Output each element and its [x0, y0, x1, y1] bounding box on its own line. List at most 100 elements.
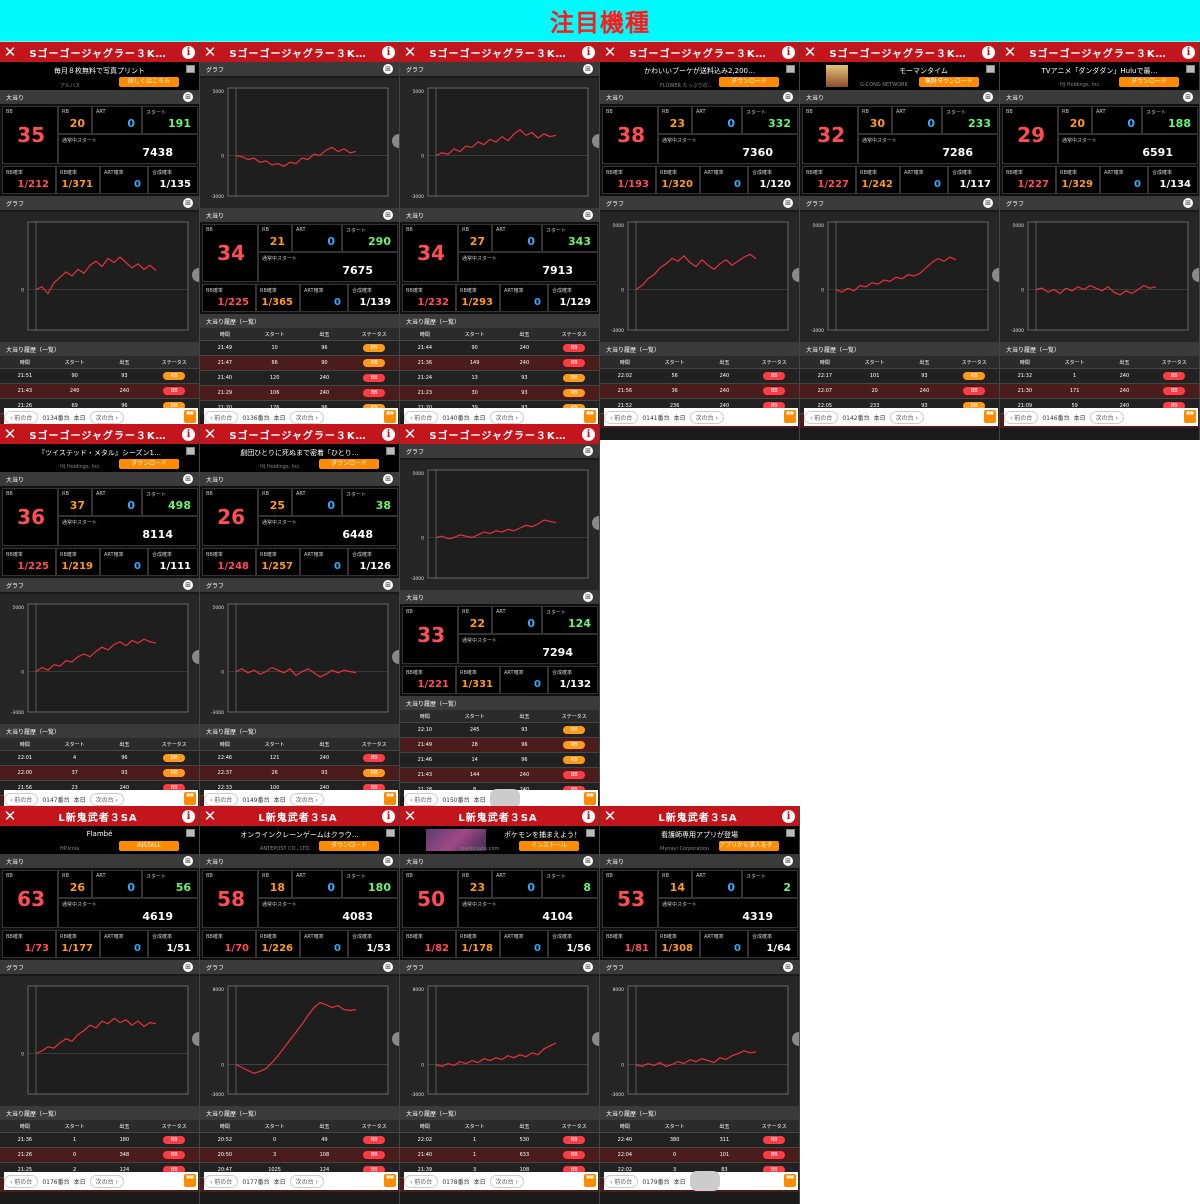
- close-icon[interactable]: ✕: [0, 424, 20, 444]
- grid-toggle-icon[interactable]: ⊞: [183, 856, 193, 866]
- close-icon[interactable]: ✕: [1000, 42, 1020, 62]
- next-machine-button[interactable]: 次の台 ›: [689, 410, 724, 424]
- prev-machine-button[interactable]: ‹ 前の台: [804, 410, 839, 424]
- next-machine-button[interactable]: 次の台 ›: [689, 1171, 720, 1191]
- next-machine-button[interactable]: 次の台 ›: [1089, 410, 1124, 424]
- next-machine-button[interactable]: 次の台 ›: [289, 410, 324, 424]
- grid-toggle-icon[interactable]: ⊞: [383, 856, 393, 866]
- graph-scroll-handle[interactable]: [792, 268, 799, 282]
- history-row[interactable]: 22:37 26 93 RB: [200, 765, 399, 780]
- grid-toggle-icon[interactable]: ⊞: [383, 210, 393, 220]
- ad-cta-button[interactable]: ダウンロード: [319, 841, 379, 851]
- history-row[interactable]: 20:50 3 108 BB: [200, 1147, 399, 1162]
- history-row[interactable]: 22:40 380 311 BB: [600, 1132, 799, 1147]
- ad-close-icon[interactable]: [386, 447, 395, 455]
- history-row[interactable]: 22:02 1 530 BB: [400, 1132, 599, 1147]
- grid-toggle-icon[interactable]: ⊞: [583, 446, 593, 456]
- ad-close-icon[interactable]: [186, 829, 195, 837]
- history-row[interactable]: 22:10 245 93 RB: [400, 722, 599, 737]
- info-icon[interactable]: i: [782, 45, 795, 59]
- ad-close-icon[interactable]: [986, 65, 995, 73]
- history-row[interactable]: 21:26 0 348 BB: [0, 1147, 199, 1162]
- history-row[interactable]: 21:23 30 93 RB: [400, 385, 599, 400]
- next-machine-button[interactable]: 次の台 ›: [89, 792, 124, 806]
- graph-scroll-handle[interactable]: [992, 268, 999, 282]
- history-row[interactable]: 21:46 14 96 RB: [400, 752, 599, 767]
- history-row[interactable]: 22:00 37 93 RB: [0, 765, 199, 780]
- next-machine-button[interactable]: 次の台 ›: [889, 410, 924, 424]
- grid-toggle-icon[interactable]: ⊞: [583, 856, 593, 866]
- prev-machine-button[interactable]: ‹ 前の台: [404, 792, 439, 806]
- grid-toggle-icon[interactable]: ⊞: [183, 580, 193, 590]
- ad-banner[interactable]: モーマンタイム G-CONG NETWORK 無料ダウンロード: [800, 62, 999, 90]
- ad-close-icon[interactable]: [1186, 65, 1195, 73]
- history-row[interactable]: 21:43 240 240 BB: [0, 383, 199, 398]
- info-icon[interactable]: i: [382, 809, 395, 823]
- prev-machine-button[interactable]: ‹ 前の台: [604, 1174, 639, 1188]
- ad-banner[interactable]: ポケモンを捕まえよう！ nianticlabs.com インストール: [400, 826, 599, 854]
- ad-cta-button[interactable]: 詳しくはこちら: [119, 77, 179, 87]
- ad-banner[interactable]: 『ツイステッド・メタル』シーズン1… HJ Holdings, Inc. ダウンロー…: [0, 444, 199, 472]
- ad-banner[interactable]: 劇団ひとりに死ぬまで密着「ひとり… HJ Holdings, Inc. ダウンロード: [200, 444, 399, 472]
- close-icon[interactable]: ✕: [400, 806, 420, 826]
- info-icon[interactable]: i: [182, 45, 195, 59]
- grid-toggle-icon[interactable]: ⊞: [1183, 92, 1193, 102]
- history-row[interactable]: 21:56 36 240 BB: [600, 383, 799, 398]
- history-row[interactable]: 21:24 13 93 RB: [400, 370, 599, 385]
- grid-toggle-icon[interactable]: ⊞: [783, 962, 793, 972]
- graph-scroll-handle[interactable]: [392, 1032, 399, 1046]
- ad-banner[interactable]: オンラインクレーンゲームはクラウ… ANTEPOST CO., LTD. ダウンロー…: [200, 826, 399, 854]
- ad-cta-button[interactable]: ダウンロード: [319, 459, 379, 469]
- prev-machine-button[interactable]: ‹ 前の台: [204, 410, 239, 424]
- graph-scroll-handle[interactable]: [1192, 268, 1199, 282]
- history-row[interactable]: 21:40 120 240 BB: [200, 370, 399, 385]
- ad-close-icon[interactable]: [386, 829, 395, 837]
- graph-scroll-handle[interactable]: [192, 650, 199, 664]
- close-icon[interactable]: ✕: [0, 42, 20, 62]
- grid-toggle-icon[interactable]: ⊞: [383, 580, 393, 590]
- graph-scroll-handle[interactable]: [592, 1032, 599, 1046]
- info-icon[interactable]: i: [382, 427, 395, 441]
- history-row[interactable]: 21:36 1 180 BB: [0, 1132, 199, 1147]
- close-icon[interactable]: ✕: [600, 42, 620, 62]
- prev-machine-button[interactable]: ‹ 前の台: [404, 410, 439, 424]
- prev-machine-button[interactable]: ‹ 前の台: [604, 410, 639, 424]
- info-icon[interactable]: i: [382, 45, 395, 59]
- history-row[interactable]: 22:02 56 240 BB: [600, 368, 799, 383]
- grid-toggle-icon[interactable]: ⊞: [183, 198, 193, 208]
- history-row[interactable]: 21:44 90 240 BB: [400, 340, 599, 355]
- ad-cta-button[interactable]: 無料ダウンロード: [919, 77, 979, 87]
- info-icon[interactable]: i: [582, 45, 595, 59]
- grid-toggle-icon[interactable]: ⊞: [983, 198, 993, 208]
- next-machine-button[interactable]: 次の台 ›: [289, 1174, 324, 1188]
- grid-toggle-icon[interactable]: ⊞: [383, 962, 393, 972]
- history-row[interactable]: 21:30 171 240 BB: [1000, 383, 1199, 398]
- prev-machine-button[interactable]: ‹ 前の台: [1004, 410, 1039, 424]
- prev-machine-button[interactable]: ‹ 前の台: [204, 1174, 239, 1188]
- grid-toggle-icon[interactable]: ⊞: [583, 210, 593, 220]
- prev-machine-button[interactable]: ‹ 前の台: [4, 792, 39, 806]
- ad-cta-button[interactable]: インストール: [519, 841, 579, 851]
- history-row[interactable]: 21:47 66 90 RB: [200, 355, 399, 370]
- info-icon[interactable]: i: [182, 427, 195, 441]
- history-row[interactable]: 21:51 90 93 RB: [0, 368, 199, 383]
- history-row[interactable]: 22:01 4 96 RB: [0, 750, 199, 765]
- ad-banner[interactable]: 毎月８枚無料で写真プリント アルバス 詳しくはこちら: [0, 62, 199, 90]
- history-row[interactable]: 22:46 121 240 BB: [200, 750, 399, 765]
- history-row[interactable]: 21:49 28 96 RB: [400, 737, 599, 752]
- info-icon[interactable]: i: [1182, 45, 1195, 59]
- prev-machine-button[interactable]: ‹ 前の台: [4, 1174, 39, 1188]
- next-machine-button[interactable]: 次の台 ›: [89, 410, 124, 424]
- next-machine-button[interactable]: 次の台 ›: [489, 410, 524, 424]
- grid-toggle-icon[interactable]: ⊞: [583, 64, 593, 74]
- prev-machine-button[interactable]: ‹ 前の台: [4, 410, 39, 424]
- info-icon[interactable]: i: [982, 45, 995, 59]
- history-row[interactable]: 22:17 101 93 RB: [800, 368, 999, 383]
- prev-machine-button[interactable]: ‹ 前の台: [204, 792, 239, 806]
- ad-banner[interactable]: TVアニメ「ダンダダン」Huluで最… HJ Holdings, Inc. ダウンロ…: [1000, 62, 1199, 90]
- history-row[interactable]: 21:36 149 240 BB: [400, 355, 599, 370]
- grid-toggle-icon[interactable]: ⊞: [583, 592, 593, 602]
- graph-scroll-handle[interactable]: [592, 516, 599, 530]
- graph-scroll-handle[interactable]: [792, 1032, 799, 1046]
- graph-scroll-handle[interactable]: [192, 1032, 199, 1046]
